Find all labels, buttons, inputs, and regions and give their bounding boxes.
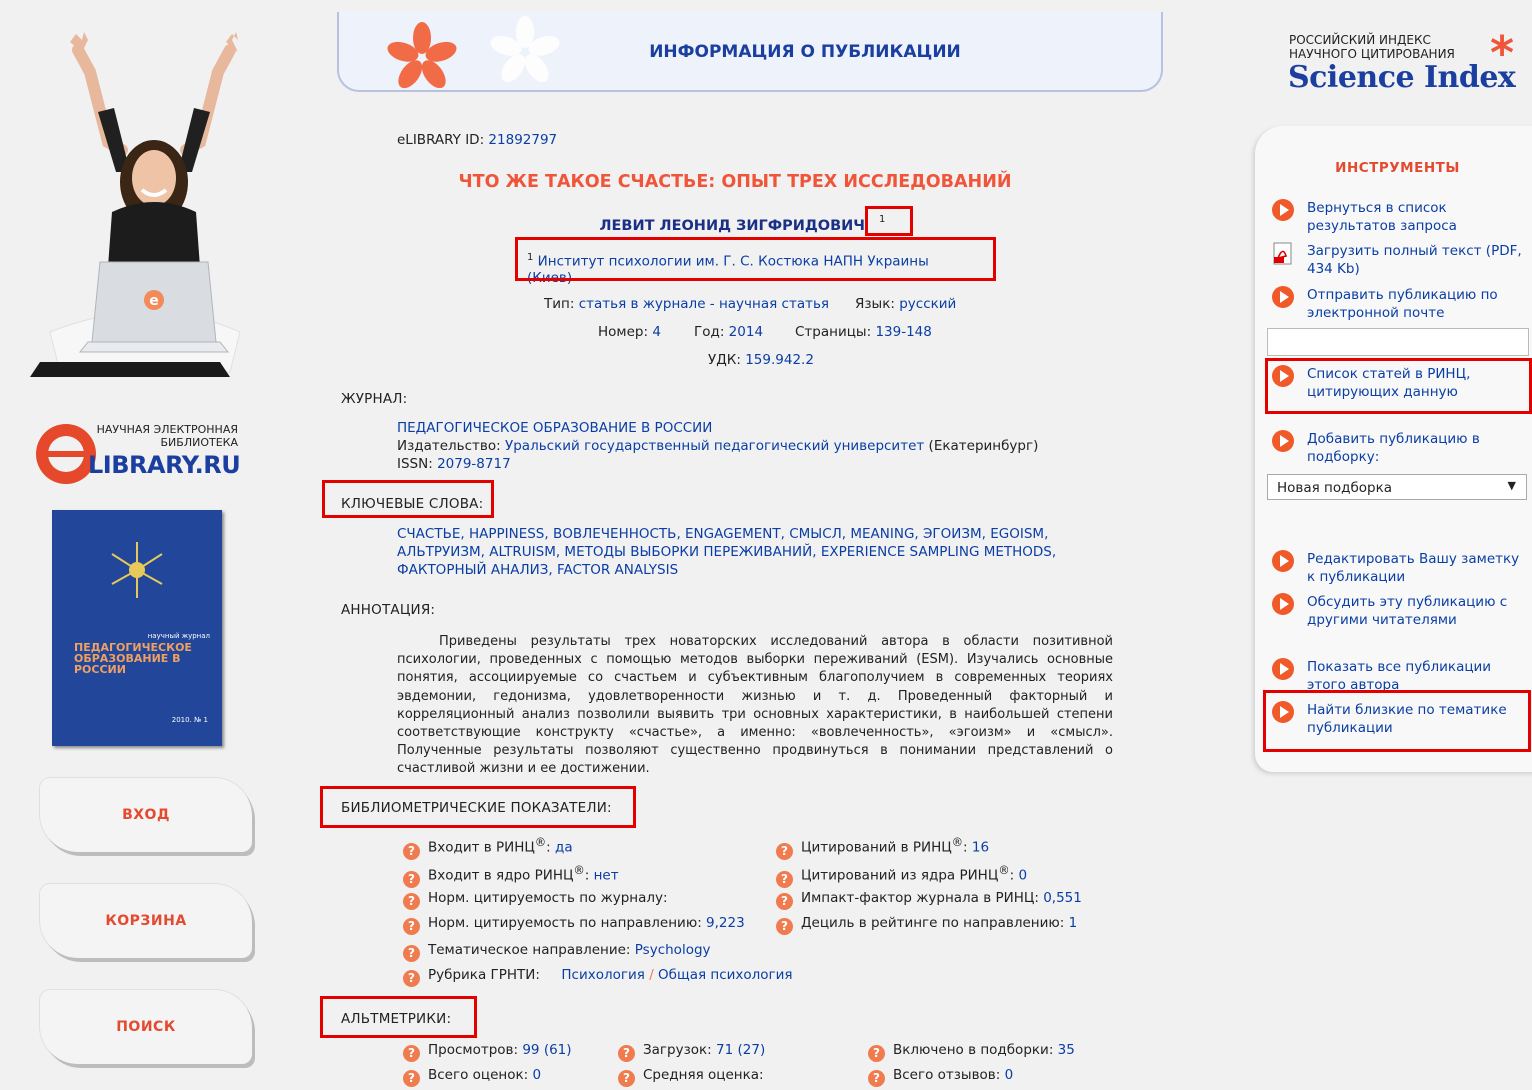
metric-avg-rating: ? Средняя оценка:	[618, 1067, 764, 1087]
help-icon[interactable]: ?	[868, 1045, 885, 1062]
asterisk-logo-icon	[387, 22, 457, 89]
metric-downloads: ? Загрузок: 71 (27)	[618, 1042, 765, 1062]
science-index-tagline: РОССИЙСКИЙ ИНДЕКС НАУЧНОГО ЦИТИРОВАНИЯ	[1289, 33, 1455, 61]
search-button[interactable]: ПОИСК	[40, 990, 252, 1064]
metric-ratings: ? Всего оценок: 0	[403, 1067, 541, 1087]
udk: УДК: 159.942.2	[708, 352, 814, 368]
help-icon[interactable]: ?	[403, 870, 420, 888]
play-icon	[1272, 593, 1294, 615]
keywords-list[interactable]: СЧАСТЬЕ, HAPPINESS, ВОВЛЕЧЕННОСТЬ, ENGAG…	[397, 525, 1056, 579]
play-icon	[1272, 430, 1294, 452]
elibrary-tagline: НАУЧНАЯ ЭЛЕКТРОННАЯ БИБЛИОТЕКА	[96, 423, 238, 449]
elibrary-id: eLIBRARY ID: 21892797	[397, 132, 558, 148]
svg-text:e: e	[149, 293, 159, 309]
science-index-asterisk-icon: *	[1490, 26, 1515, 80]
dropdown-arrow-icon: ▼	[1507, 479, 1516, 492]
metric-citations: ? Цитирований в РИНЦ®: 16	[776, 836, 989, 860]
cover-emblem-icon	[111, 542, 163, 598]
email-input[interactable]	[1267, 328, 1529, 356]
journal-link[interactable]: ПЕДАГОГИЧЕСКОЕ ОБРАЗОВАНИЕ В РОССИИ	[397, 420, 712, 436]
help-icon[interactable]: ?	[776, 893, 793, 910]
hero-illustration: e	[30, 32, 240, 377]
help-icon[interactable]: ?	[403, 1045, 420, 1062]
play-icon	[1272, 286, 1294, 308]
publisher-link[interactable]: Уральский государственный педагогический…	[505, 438, 924, 454]
login-button[interactable]: ВХОД	[40, 778, 252, 852]
highlight-author-sup	[865, 206, 913, 236]
journal-cover[interactable]: научный журнал ПЕДАГОГИЧЕСКОЕ ОБРАЗОВАНИ…	[52, 510, 222, 746]
help-icon[interactable]: ?	[403, 1070, 420, 1087]
metric-views: ? Просмотров: 99 (61)	[403, 1042, 572, 1062]
help-icon[interactable]: ?	[776, 842, 793, 860]
help-icon[interactable]: ?	[403, 945, 420, 962]
help-icon[interactable]: ?	[403, 842, 420, 860]
metric-decile: ? Дециль в рейтинге по направлению: 1	[776, 915, 1077, 935]
highlight-citing	[1265, 358, 1532, 414]
highlight-keywords	[322, 480, 494, 518]
highlight-similar	[1263, 690, 1531, 752]
science-index-logo[interactable]: Science Index	[1288, 60, 1516, 95]
tools-title: ИНСТРУМЕНТЫ	[1335, 160, 1460, 176]
metric-reviews: ? Всего отзывов: 0	[868, 1067, 1013, 1087]
play-icon	[1272, 550, 1294, 572]
metric-impact-factor: ? Импакт-фактор журнала в РИНЦ: 0,551	[776, 890, 1082, 910]
journal-section-label: ЖУРНАЛ:	[341, 391, 408, 407]
play-icon	[1272, 658, 1294, 680]
metric-grnti: ? Рубрика ГРНТИ: Психология / Общая психо…	[403, 967, 793, 987]
publication-year: Год: 2014	[694, 324, 764, 340]
metric-norm-direction: ? Норм. цитируемость по направлению: 9,22…	[403, 915, 745, 935]
page-header-title: ИНФОРМАЦИЯ О ПУБЛИКАЦИИ	[649, 42, 961, 62]
publication-language: Язык: русский	[855, 296, 957, 312]
author-name[interactable]: ЛЕВИТ ЛЕОНИД ЗИГФРИДОВИЧ	[520, 218, 865, 234]
help-icon[interactable]: ?	[403, 970, 420, 987]
help-icon[interactable]: ?	[618, 1070, 635, 1087]
highlight-affiliation	[515, 237, 996, 281]
issue-number: Номер: 4	[598, 324, 661, 340]
journal-block: ПЕДАГОГИЧЕСКОЕ ОБРАЗОВАНИЕ В РОССИИ Изда…	[397, 420, 1039, 472]
asterisk-decor-icon	[490, 16, 560, 83]
collection-select[interactable]: Новая подборка ▼	[1267, 474, 1527, 500]
pdf-icon	[1272, 242, 1294, 265]
play-icon	[1272, 199, 1294, 221]
metric-citations-core: ? Цитирований из ядра РИНЦ®: 0	[776, 864, 1027, 888]
metric-topic: ? Тематическое направление: Psychology	[403, 942, 711, 962]
metric-collections: ? Включено в подборки: 35	[868, 1042, 1075, 1062]
help-icon[interactable]: ?	[776, 870, 793, 888]
metric-norm-journal: ? Норм. цитируемость по журналу:	[403, 890, 668, 910]
help-icon[interactable]: ?	[868, 1070, 885, 1087]
elibrary-logo-icon[interactable]	[36, 424, 96, 484]
pages: Страницы: 139-148	[795, 324, 932, 340]
publication-type: Тип: статья в журнале - научная статья	[544, 296, 830, 312]
annotation-section-label: АННОТАЦИЯ:	[341, 602, 436, 618]
metric-rinc-core: ? Входит в ядро РИНЦ®: нет	[403, 864, 619, 888]
cart-button[interactable]: КОРЗИНА	[40, 884, 252, 958]
help-icon[interactable]: ?	[403, 893, 420, 910]
left-column: e НАУЧНАЯ ЭЛЕКТРОННАЯ БИБЛИОТЕКА LIBRARY…	[10, 10, 330, 1090]
help-icon[interactable]: ?	[403, 918, 420, 935]
elibrary-logo-text[interactable]: LIBRARY.RU	[88, 451, 241, 479]
publication-title: ЧТО ЖЕ ТАКОЕ СЧАСТЬЕ: ОПЫТ ТРЕХ ИССЛЕДОВ…	[458, 172, 1012, 192]
annotation-text: Приведены результаты трех новаторских ис…	[397, 634, 1113, 777]
help-icon[interactable]: ?	[776, 918, 793, 935]
highlight-biblio	[320, 786, 636, 828]
highlight-altmetrics	[320, 996, 477, 1038]
metric-rinc: ? Входит в РИНЦ®: да	[403, 836, 573, 860]
help-icon[interactable]: ?	[618, 1045, 635, 1062]
